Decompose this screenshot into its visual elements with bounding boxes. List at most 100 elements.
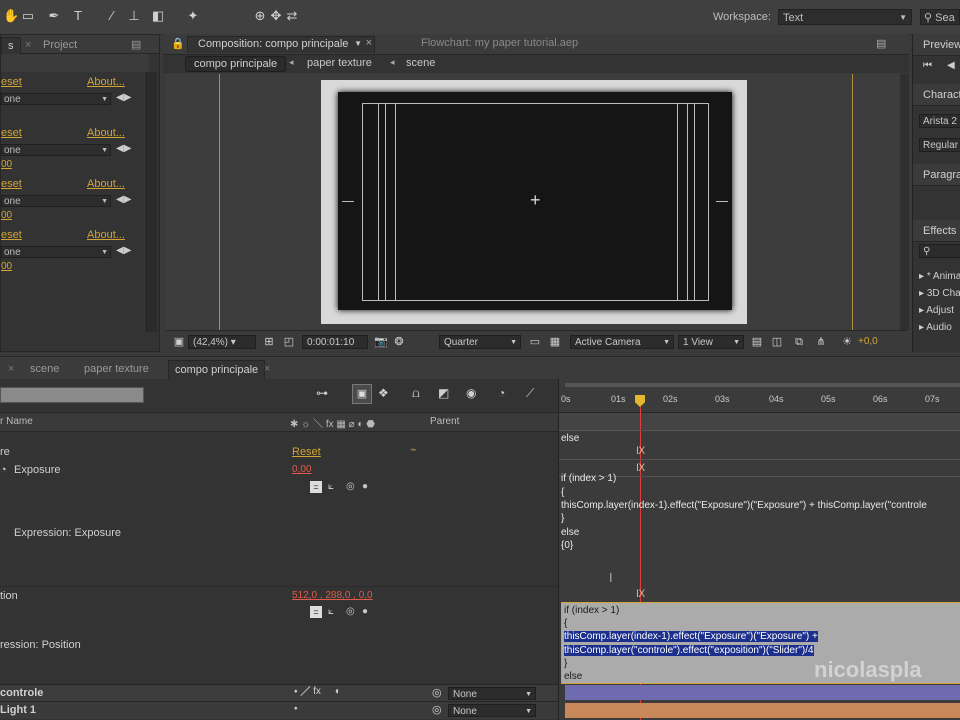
position-value[interactable]: 512,0 , 288,0 , 0,0 (292, 590, 373, 601)
resolution-select[interactable]: Quarter ▼ (439, 335, 521, 349)
frame-blending-icon[interactable]: ⩍ (412, 386, 420, 401)
rectangle-tool-icon[interactable]: ▭ (20, 8, 36, 24)
layer-name-header[interactable]: r Name (0, 416, 33, 427)
arrow-nav-icon[interactable]: ◀▶ (116, 143, 131, 154)
layer-row[interactable]: controle ⬩ ╱ fx ◐ ◎ None ▼ (0, 684, 558, 702)
layer-name[interactable]: Light 1 (0, 704, 36, 716)
about-link[interactable]: About... (87, 76, 125, 88)
type-tool-icon[interactable]: T (70, 8, 86, 24)
layer-select[interactable]: one ▼ (1, 195, 111, 207)
scrollbar[interactable] (146, 72, 157, 332)
expression-editor[interactable]: else if (index > 1) { thisComp.layer(ind… (561, 432, 927, 553)
preview-panel-header[interactable]: Preview (913, 34, 960, 56)
layer-select[interactable]: one ▼ (1, 144, 111, 156)
keyframe-icon[interactable]: Ⅸ (636, 589, 645, 600)
color-channels-icon[interactable]: ❂ (392, 335, 406, 349)
eraser-tool-icon[interactable]: ◧ (150, 8, 166, 24)
prev-frame-icon[interactable]: ◀ (947, 60, 955, 71)
expression-label[interactable]: Expression: Exposure (14, 527, 121, 539)
work-area-bar[interactable] (565, 383, 960, 387)
breadcrumb-item[interactable]: scene (406, 57, 435, 69)
tab-project[interactable]: Project (37, 37, 83, 53)
stopwatch-icon[interactable]: ◔ (0, 464, 7, 476)
arrow-nav-icon[interactable]: ◀▶ (116, 92, 131, 103)
language-menu-icon[interactable]: ● (362, 481, 368, 492)
character-panel-header[interactable]: Character (913, 84, 960, 106)
language-menu-icon[interactable]: ● (362, 606, 368, 617)
exposure-value[interactable]: +0,0 (858, 336, 878, 347)
effects-presets-header[interactable]: Effects (913, 220, 960, 242)
about-link[interactable]: About... (87, 178, 125, 190)
timeline-search-input[interactable] (0, 387, 144, 403)
graph-icon[interactable]: ⟀ (328, 481, 334, 492)
lock-icon[interactable]: 🔒 (171, 37, 185, 50)
first-frame-icon[interactable]: ⏮ (923, 60, 932, 71)
reset-link[interactable]: eset (1, 127, 22, 139)
parent-select[interactable]: None ▼ (448, 687, 536, 700)
expression-code[interactable]: if (index > 1) { thisComp.layer(index-1)… (564, 604, 818, 683)
slider-value[interactable]: 00 (1, 159, 12, 170)
comp-mini-flowchart-icon[interactable]: ⊶ (316, 386, 328, 400)
graph-editor-icon[interactable]: ⟋ (526, 386, 534, 401)
reset-link[interactable]: eset (1, 229, 22, 241)
font-style-select[interactable]: Regular (919, 138, 960, 152)
search-help-input[interactable]: ⚲ Sea (920, 9, 960, 25)
parent-pickwhip-icon[interactable]: ◎ (432, 686, 442, 699)
font-family-select[interactable]: Arista 2 (919, 114, 960, 128)
exposure-icon[interactable]: ☀ (840, 335, 854, 349)
timeline-icon[interactable]: ⧉ (792, 335, 806, 349)
effects-search-input[interactable]: ⚲ (919, 244, 960, 258)
puppet-tool-icon[interactable]: ✦ (185, 8, 201, 24)
scrollbar[interactable] (900, 74, 909, 330)
property-position[interactable]: tion (0, 590, 18, 602)
always-preview-icon[interactable]: ▣ (172, 335, 186, 349)
workspace-select[interactable]: Text ▼ (778, 9, 912, 25)
parent-select[interactable]: None ▼ (448, 704, 536, 717)
flowchart-icon[interactable]: ⋔ (814, 335, 828, 349)
layer-row[interactable]: Light 1 ⬩ ◎ None ▼ (0, 701, 558, 719)
reset-link[interactable]: eset (1, 76, 22, 88)
close-icon[interactable]: × (19, 37, 37, 53)
camera-icon[interactable]: 📷 (374, 335, 388, 349)
reset-link[interactable]: eset (1, 178, 22, 190)
effects-tree-item[interactable]: ▸ Adjust (919, 302, 960, 319)
pickwhip-icon[interactable]: ◎ (346, 606, 355, 617)
tab-effect-controls[interactable]: s (1, 37, 21, 54)
tab-scene[interactable]: scene (24, 360, 65, 378)
paragraph-panel-header[interactable]: Paragraph (913, 164, 960, 186)
parent-pickwhip-icon[interactable]: ◎ (432, 703, 442, 716)
roi-icon[interactable]: ▭ (528, 335, 542, 349)
magnification-select[interactable]: (42,4%) ▾ (188, 335, 256, 349)
panel-menu-icon[interactable]: ▤ (876, 37, 886, 50)
property-exposure[interactable]: Exposure (14, 464, 60, 476)
draft-3d-icon[interactable]: ▣ (352, 384, 372, 404)
about-link[interactable]: About... (87, 229, 125, 241)
pickwhip-icon[interactable]: ◎ (346, 481, 355, 492)
effects-tree-item[interactable]: ▸ 3D Channel (919, 285, 960, 302)
arrow-nav-icon[interactable]: ◀▶ (116, 194, 131, 205)
arrow-nav-icon[interactable]: ◀▶ (116, 245, 131, 256)
tab-paper-texture[interactable]: paper texture (78, 360, 155, 378)
graph-icon[interactable]: ⟀ (328, 606, 334, 617)
brainstorm-icon[interactable]: ◉ (466, 386, 476, 400)
toggle-pixel-icon[interactable]: ▤ (750, 335, 764, 349)
layer-switches-icon[interactable]: ⬩ (294, 703, 298, 714)
tab-composition[interactable]: Composition: compo principale ▼ × (187, 36, 375, 53)
shy-layers-icon[interactable]: ❖ (378, 386, 389, 400)
view-layout-select[interactable]: 1 View ▼ (678, 335, 744, 349)
slider-value[interactable]: 00 (1, 261, 12, 272)
motion-blur-icon[interactable]: ◩ (438, 386, 449, 400)
close-icon[interactable]: × (258, 360, 276, 378)
grid-icon[interactable]: ⊞ (262, 335, 276, 349)
reset-link[interactable]: Reset (292, 446, 321, 458)
composition-viewer[interactable]: + (166, 74, 907, 330)
exposure-value[interactable]: 0,00 (292, 464, 311, 475)
chevron-down-icon[interactable]: ▼ (354, 39, 362, 48)
auto-keyframe-icon[interactable]: ◔ (498, 386, 505, 400)
brush-tool-icon[interactable]: ⁄ (104, 8, 120, 24)
axis-icon[interactable]: ⊕ (252, 8, 268, 24)
close-icon[interactable]: × (2, 360, 20, 378)
breadcrumb-item[interactable]: compo principale (185, 56, 287, 72)
layer-select[interactable]: one ▼ (1, 93, 111, 105)
current-time[interactable]: 0:00:01:10 (302, 335, 368, 349)
